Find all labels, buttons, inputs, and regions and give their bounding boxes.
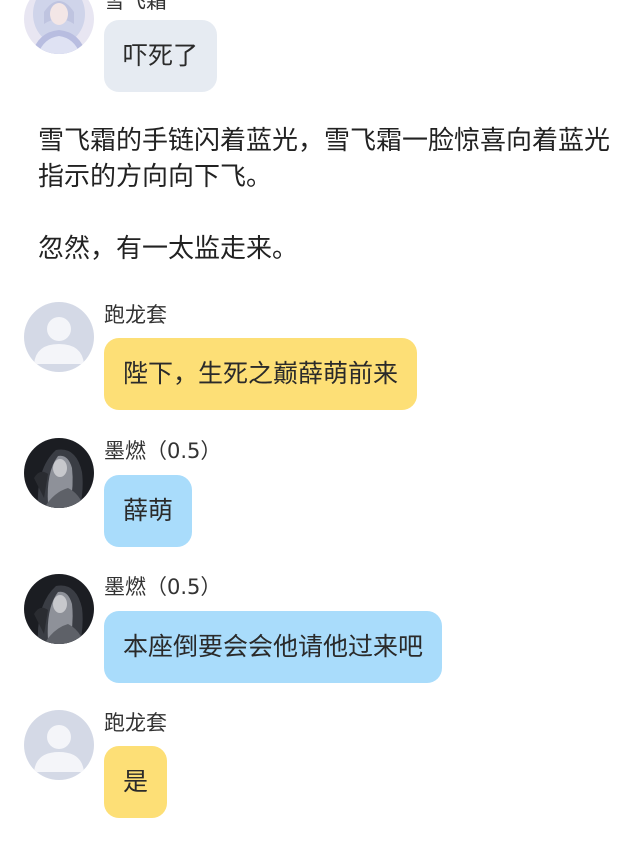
message-bubble[interactable]: 本座倒要会会他请他过来吧: [104, 611, 443, 683]
narration-paragraph: 忽然，有一太监走来。: [38, 234, 299, 264]
avatar-mo-ran[interactable]: [24, 574, 94, 644]
default-avatar-icon[interactable]: [24, 710, 94, 780]
portrait-image: [24, 0, 94, 54]
sender-name: 墨燃（0.5）: [104, 439, 222, 463]
avatar-xue-feishuang[interactable]: [24, 0, 94, 54]
message-bubble[interactable]: 吓死了: [104, 20, 218, 92]
message-bubble[interactable]: 是: [104, 746, 168, 818]
user-silhouette-icon: [24, 302, 94, 372]
default-avatar-icon[interactable]: [24, 302, 94, 372]
portrait-image: [24, 438, 94, 508]
sender-name: 雪飞霜: [104, 0, 167, 13]
message-bubble[interactable]: 陛下，生死之巅薛萌前来: [104, 338, 418, 410]
user-silhouette-icon: [24, 710, 94, 780]
sender-name: 跑龙套: [104, 711, 167, 735]
message-bubble[interactable]: 薛萌: [104, 475, 193, 547]
narration-paragraph: 雪飞霜的手链闪着蓝光，雪飞霜一脸惊喜向着蓝光指示的方向向下飞。: [38, 126, 611, 192]
sender-name: 跑龙套: [104, 303, 167, 327]
portrait-image: [24, 574, 94, 644]
sender-name: 墨燃（0.5）: [104, 575, 222, 599]
avatar-mo-ran[interactable]: [24, 438, 94, 508]
